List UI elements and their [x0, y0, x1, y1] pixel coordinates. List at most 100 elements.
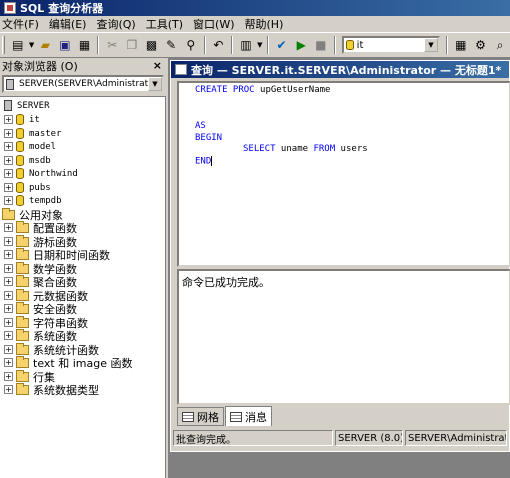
expand-icon[interactable]: + — [4, 196, 13, 205]
expand-icon[interactable]: + — [4, 223, 13, 232]
folder-icon — [16, 247, 29, 260]
cut-icon[interactable]: ✂ — [102, 35, 122, 55]
undo-icon[interactable]: ↶ — [209, 35, 229, 55]
expand-icon[interactable]: + — [4, 142, 13, 151]
tree-node-folder[interactable]: + 配置函数 — [4, 220, 77, 235]
save-icon[interactable]: ▣ — [55, 35, 75, 55]
database-icon — [345, 40, 354, 50]
object-browser-icon[interactable]: ▦ — [451, 35, 471, 55]
folder-icon — [16, 234, 29, 247]
code-line-3: AS — [195, 121, 206, 131]
database-icon — [16, 114, 24, 125]
expand-icon[interactable]: + — [4, 385, 13, 394]
menu-tools[interactable]: 工具(T) — [144, 16, 187, 32]
query-editor[interactable]: CREATE PROC upGetUserName AS BEGIN SELEC… — [177, 81, 510, 267]
folder-icon — [16, 301, 29, 314]
toolbar: ▤ ▼ ▰ ▣ ▦ ✂ ❐ ▩ ✎ ⚲ ↶ ▥ ▼ ✔ ▶ ■ it ▼ ▦ ⚙… — [0, 32, 510, 58]
tree-node-folder[interactable]: + text 和 image 函数 — [4, 355, 132, 370]
folder-icon — [16, 382, 29, 395]
database-select[interactable]: it ▼ — [341, 36, 440, 54]
menu-query[interactable]: 查询(Q) — [94, 16, 139, 32]
tree-node-database[interactable]: + msdb — [4, 154, 51, 167]
expand-icon[interactable]: + — [4, 129, 13, 138]
chevron-down-icon[interactable]: ▼ — [424, 38, 438, 52]
tree-node-database[interactable]: + pubs — [4, 181, 51, 194]
expand-icon[interactable]: + — [4, 277, 13, 286]
menu-file[interactable]: 文件(F) — [0, 16, 43, 32]
tree-node-database[interactable]: + it — [4, 113, 40, 126]
folder-icon — [16, 342, 29, 355]
chevron-down-icon[interactable]: ▼ — [148, 77, 162, 91]
paste-icon[interactable]: ▩ — [142, 35, 162, 55]
menu-edit[interactable]: 编辑(E) — [47, 16, 91, 32]
query-window-icon — [175, 64, 187, 75]
execute-icon[interactable]: ▶ — [291, 35, 311, 55]
new-query-dropdown-icon[interactable]: ▼ — [28, 35, 36, 55]
result-message: 命令已成功完成。 — [182, 276, 270, 289]
query-window: 查询 — SERVER.it.SERVER\Administrator — 无标… — [170, 60, 510, 452]
results-pane[interactable]: 命令已成功完成。 — [177, 269, 510, 405]
tab-messages[interactable]: 消息 — [225, 406, 272, 426]
server-select[interactable]: SERVER(SERVER\Administrat ▼ — [2, 75, 164, 93]
tree-node-database[interactable]: + Northwind — [4, 167, 78, 180]
expand-icon[interactable]: + — [4, 291, 13, 300]
object-search-icon[interactable]: ⚙ — [471, 35, 491, 55]
open-folder-icon[interactable]: ▰ — [35, 35, 55, 55]
tree-node-database[interactable]: + tempdb — [4, 194, 62, 207]
database-icon — [16, 182, 24, 193]
find-icon[interactable]: ⚲ — [181, 35, 201, 55]
folder-icon — [16, 369, 29, 382]
expand-icon[interactable]: + — [4, 358, 13, 367]
object-browser-header: 对象浏览器 (O) × — [0, 58, 166, 74]
folder-icon — [16, 355, 29, 368]
show-results-icon[interactable]: ⌕ — [490, 35, 510, 55]
code-line-5: SELECT uname FROM users — [243, 144, 368, 154]
tree-node-server[interactable]: SERVER — [2, 99, 50, 112]
expand-icon[interactable]: + — [4, 331, 13, 340]
status-user: SERVER\Administrator (52 — [405, 430, 507, 446]
status-text: 批查询完成。 — [173, 430, 333, 446]
new-query-icon[interactable]: ▤ — [8, 35, 28, 55]
expand-icon[interactable]: + — [4, 264, 13, 273]
server-icon — [6, 78, 14, 90]
menu-bar: 文件(F) 编辑(E) 查询(Q) 工具(T) 窗口(W) 帮助(H) — [0, 16, 510, 32]
query-window-title-bar[interactable]: 查询 — SERVER.it.SERVER\Administrator — 无标… — [171, 61, 509, 78]
messages-icon — [230, 411, 242, 422]
tree-node-folder[interactable]: + 系统数据类型 — [4, 382, 99, 397]
tree-node-folder[interactable]: + 系统函数 — [4, 328, 77, 343]
copy-icon[interactable]: ❐ — [122, 35, 142, 55]
status-server: SERVER (8.0) — [335, 430, 403, 446]
close-icon[interactable]: × — [153, 59, 162, 72]
app-title: SQL 查询分析器 — [20, 2, 104, 15]
expand-icon[interactable]: + — [4, 183, 13, 192]
code-line-4: BEGIN — [195, 133, 223, 143]
results-mode-dropdown-icon[interactable]: ▼ — [256, 35, 264, 55]
expand-icon[interactable]: + — [4, 372, 13, 381]
expand-icon[interactable]: + — [4, 345, 13, 354]
expand-icon[interactable]: + — [4, 318, 13, 327]
stop-icon[interactable]: ■ — [311, 35, 331, 55]
load-sql-icon[interactable]: ▦ — [75, 35, 95, 55]
tree-node-folder[interactable]: + 日期和时间函数 — [4, 247, 110, 262]
results-mode-icon[interactable]: ▥ — [236, 35, 256, 55]
menu-window[interactable]: 窗口(W) — [191, 16, 238, 32]
parse-check-icon[interactable]: ✔ — [272, 35, 292, 55]
expand-icon[interactable]: + — [4, 169, 13, 178]
folder-icon — [2, 207, 15, 220]
tree-node-database[interactable]: + master — [4, 127, 62, 140]
expand-icon[interactable]: + — [4, 115, 13, 124]
tab-grid[interactable]: 网格 — [177, 407, 224, 426]
tree-node-folder[interactable]: + 聚合函数 — [4, 274, 77, 289]
menu-help[interactable]: 帮助(H) — [243, 16, 288, 32]
toolbar-grip[interactable] — [2, 36, 5, 54]
clear-window-icon[interactable]: ✎ — [161, 35, 181, 55]
expand-icon[interactable]: + — [4, 304, 13, 313]
object-tree: SERVER + it + master + model + msdb + Northwi… — [0, 96, 166, 478]
expand-icon[interactable]: + — [4, 250, 13, 259]
tree-node-folder[interactable]: + 安全函数 — [4, 301, 77, 316]
expand-icon[interactable]: + — [4, 156, 13, 165]
expand-icon[interactable]: + — [4, 237, 13, 246]
status-bar: 批查询完成。 SERVER (8.0) SERVER\Administrator… — [173, 429, 510, 447]
tree-node-database[interactable]: + model — [4, 140, 56, 153]
server-select-value: SERVER(SERVER\Administrat — [19, 79, 149, 89]
